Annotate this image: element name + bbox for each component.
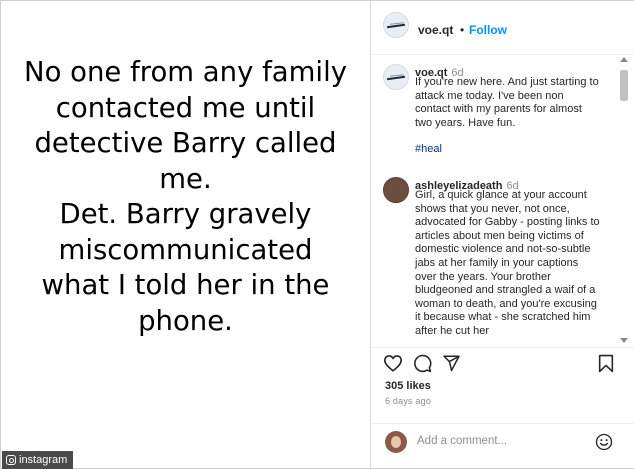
add-comment-bar: Add a comment... (371, 423, 634, 469)
image-quote-text: No one from any family contacted me unti… (24, 56, 347, 337)
instagram-watermark: instagram (2, 451, 74, 469)
add-comment-input[interactable]: Add a comment... (417, 435, 507, 447)
post-header: voe.qt • Follow (371, 1, 634, 55)
follow-button[interactable]: Follow (469, 23, 507, 37)
header-separator: • (460, 23, 465, 37)
comment-text: If you're new here. And just starting to… (415, 76, 599, 129)
scroll-up-arrow[interactable] (620, 57, 628, 62)
post-timestamp: 6 days ago (385, 396, 432, 406)
comments-list[interactable]: voe.qt 6d If you're new here. And just st… (371, 55, 634, 348)
likes-count[interactable]: 305 likes (385, 380, 431, 392)
scroll-down-arrow[interactable] (620, 338, 628, 343)
viewer-avatar (385, 431, 407, 453)
emoji-icon[interactable] (595, 433, 613, 451)
instagram-icon (6, 455, 16, 465)
comment-hashtag[interactable]: #heal (415, 143, 600, 157)
author-avatar[interactable] (383, 12, 409, 38)
comment-avatar[interactable] (383, 64, 409, 90)
author-username[interactable]: voe.qt (418, 23, 453, 37)
comment-icon[interactable] (413, 354, 432, 373)
post-sidebar: voe.qt • Follow voe.qt 6d If you're new h… (370, 1, 634, 468)
bookmark-icon[interactable] (598, 354, 614, 373)
scrollbar-thumb[interactable] (620, 70, 628, 101)
heart-icon[interactable] (383, 354, 403, 372)
comment-avatar[interactable] (383, 177, 409, 203)
share-icon[interactable] (442, 354, 461, 372)
watermark-label: instagram (19, 454, 68, 466)
comment-text: Girl, a quick glance at your account sho… (415, 189, 600, 337)
post-image: No one from any family contacted me unti… (1, 1, 370, 468)
